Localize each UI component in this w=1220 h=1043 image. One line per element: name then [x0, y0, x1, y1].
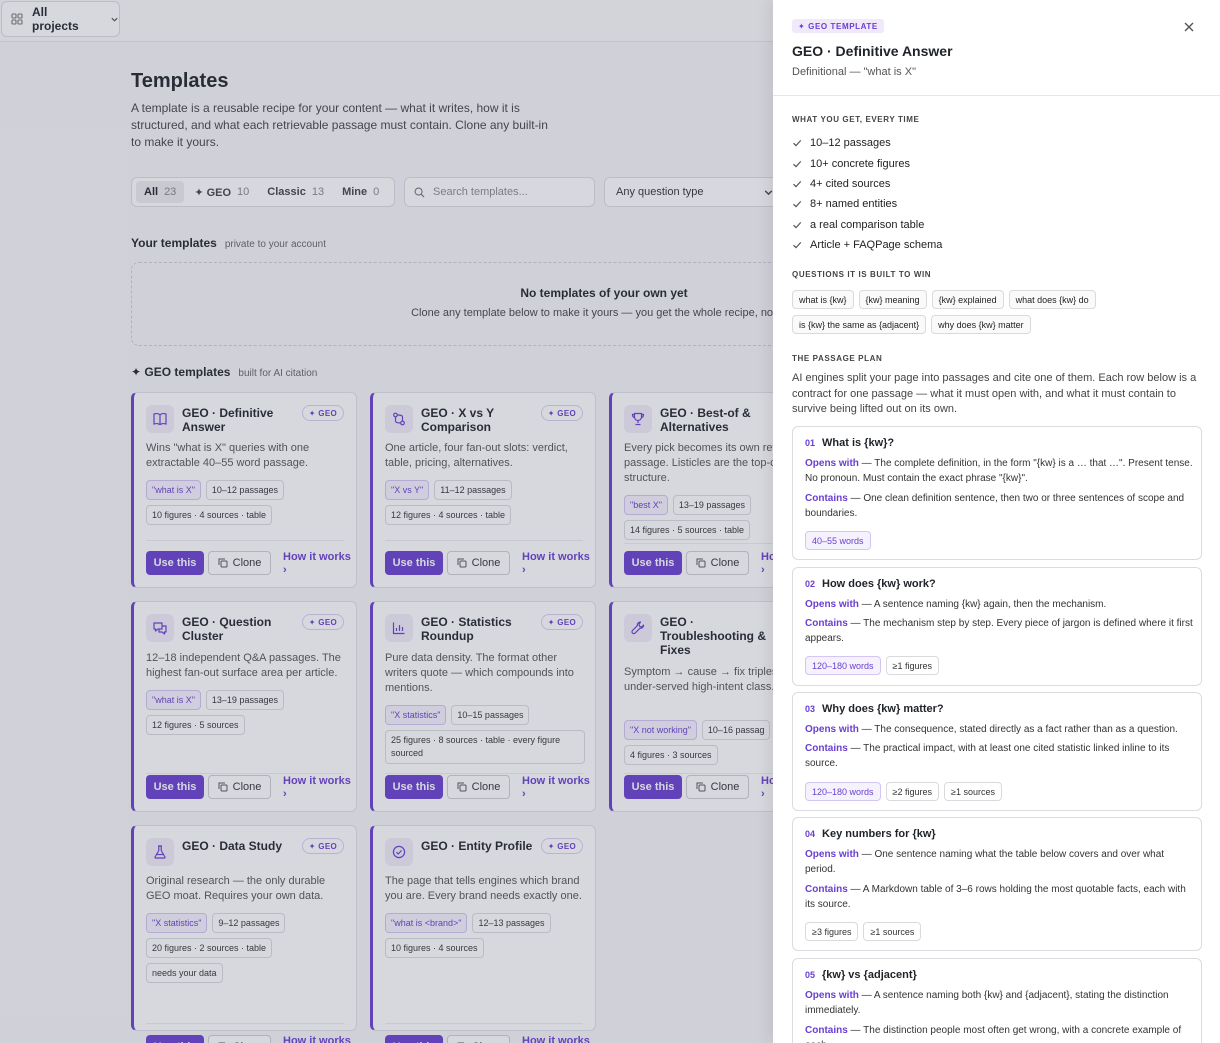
passage-contains: Contains — A Markdown table of 3–6 rows …	[805, 883, 1193, 912]
section-label-what-you-get: WHAT YOU GET, EVERY TIME	[792, 115, 920, 124]
divider	[773, 95, 1220, 96]
section-label-questions: QUESTIONS IT IS BUILT TO WIN	[792, 270, 932, 279]
passage-contains: Contains — The distinction people most o…	[805, 1024, 1193, 1043]
benefits-list: 10–12 passages 10+ concrete figures 4+ c…	[792, 133, 942, 255]
figures-chip: ≥2 figures	[885, 782, 940, 801]
benefit-item: 10+ concrete figures	[792, 153, 942, 173]
geo-template-badge: ✦ GEO TEMPLATE	[792, 19, 884, 33]
opens-text: — The consequence, stated directly as a …	[858, 724, 1178, 735]
question-chip: what does {kw} do	[1008, 290, 1096, 309]
contains-text: — The distinction people most often get …	[805, 1025, 1182, 1043]
passage-card: 05 {kw} vs {adjacent} Opens with — A sent…	[792, 958, 1202, 1043]
drawer-title: GEO · Definitive Answer	[792, 43, 953, 59]
benefit-item: 10–12 passages	[792, 133, 942, 153]
question-chip: {kw} meaning	[858, 290, 927, 309]
opens-text: — A sentence naming both {kw} and {adjac…	[805, 990, 1169, 1016]
opens-label: Opens with	[805, 599, 859, 610]
word-count-chip: 120–180 words	[805, 656, 881, 675]
benefit-text: 4+ cited sources	[810, 177, 891, 190]
passage-number: 02	[805, 579, 816, 589]
contains-label: Contains	[805, 618, 848, 629]
passage-opens-with: Opens with — A sentence naming both {kw}…	[805, 989, 1193, 1018]
passage-chips: ≥3 figures ≥1 sources	[805, 922, 922, 941]
opens-label: Opens with	[805, 724, 859, 735]
question-chip: {kw} explained	[931, 290, 1004, 309]
check-icon	[793, 160, 802, 168]
opens-text: — A sentence naming {kw} again, then the…	[858, 599, 1107, 610]
figures-chip: ≥3 figures	[805, 922, 859, 941]
contains-text: — One clean definition sentence, then tw…	[805, 493, 1185, 519]
passage-number: 04	[805, 829, 816, 839]
contains-label: Contains	[805, 493, 848, 504]
benefit-item: 8+ named entities	[792, 194, 942, 214]
passage-chips: 120–180 words ≥2 figures ≥1 sources	[805, 782, 1002, 801]
passage-question: Key numbers for {kw}	[822, 828, 936, 840]
benefit-item: 4+ cited sources	[792, 174, 942, 194]
check-icon	[793, 242, 802, 249]
passage-card: 02 How does {kw} work? Opens with — A sen…	[792, 567, 1202, 686]
contains-text: — The mechanism step by step. Every piec…	[805, 618, 1193, 644]
passage-card: 04 Key numbers for {kw} Opens with — One …	[792, 817, 1202, 951]
benefit-text: a real comparison table	[810, 218, 925, 231]
passage-opens-with: Opens with — A sentence naming {kw} agai…	[805, 598, 1193, 613]
passage-number: 03	[805, 704, 816, 714]
opens-label: Opens with	[805, 458, 859, 469]
contains-label: Contains	[805, 1025, 848, 1036]
drawer-subtitle: Definitional — "what is X"	[792, 66, 916, 78]
passage-number: 05	[805, 970, 816, 980]
question-chip: why does {kw} matter	[931, 315, 1031, 334]
contains-label: Contains	[805, 743, 848, 754]
passage-opens-with: Opens with — One sentence naming what th…	[805, 848, 1193, 877]
passage-contains: Contains — The practical impact, with at…	[805, 742, 1193, 771]
passage-question: Why does {kw} matter?	[822, 703, 944, 715]
benefit-text: Article + FAQPage schema	[810, 239, 943, 252]
contains-label: Contains	[805, 884, 848, 895]
passage-question: {kw} vs {adjacent}	[822, 969, 917, 981]
word-count-chip: 40–55 words	[805, 531, 871, 550]
question-chips: what is {kw} {kw} meaning {kw} explained…	[792, 290, 1202, 334]
benefit-text: 10–12 passages	[810, 137, 891, 150]
sources-chip: ≥1 sources	[863, 922, 922, 941]
passage-contains: Contains — One clean definition sentence…	[805, 492, 1193, 521]
sources-chip: ≥1 sources	[944, 782, 1002, 801]
passage-opens-with: Opens with — The complete definition, in…	[805, 457, 1193, 486]
benefit-item: a real comparison table	[792, 215, 942, 235]
passage-opens-with: Opens with — The consequence, stated dir…	[805, 723, 1193, 738]
passage-card: 03 Why does {kw} matter? Opens with — The…	[792, 692, 1202, 811]
opens-label: Opens with	[805, 990, 859, 1001]
question-chip: is {kw} the same as {adjacent}	[792, 315, 927, 334]
passage-question: What is {kw}?	[822, 437, 895, 449]
opens-text: — One sentence naming what the table bel…	[805, 849, 1165, 875]
passage-chips: 120–180 words ≥1 figures	[805, 656, 940, 675]
passage-plan-description: AI engines split your page into passages…	[792, 372, 1197, 415]
section-label-passage-plan: THE PASSAGE PLAN	[792, 354, 883, 363]
opens-text: — The complete definition, in the form "…	[805, 458, 1193, 484]
passage-chips: 40–55 words	[805, 531, 871, 550]
opens-label: Opens with	[805, 849, 859, 860]
passage-question: How does {kw} work?	[822, 578, 936, 590]
check-icon	[793, 140, 802, 147]
passage-number: 01	[805, 438, 816, 448]
benefit-item: Article + FAQPage schema	[792, 235, 942, 255]
figures-chip: ≥1 figures	[885, 656, 940, 675]
check-icon	[793, 180, 802, 188]
contains-text: — A Markdown table of 3–6 rows holding t…	[805, 884, 1186, 910]
modal-backdrop[interactable]	[0, 0, 773, 1043]
template-detail-drawer: ✦ GEO TEMPLATE GEO · Definitive Answer D…	[773, 0, 1220, 1043]
word-count-chip: 120–180 words	[805, 782, 881, 801]
passage-card: 01 What is {kw}? Opens with — The complet…	[792, 426, 1202, 560]
check-icon	[793, 201, 802, 208]
benefit-text: 10+ concrete figures	[810, 157, 910, 170]
close-icon[interactable]	[1182, 20, 1196, 34]
contains-text: — The practical impact, with at least on…	[805, 743, 1170, 769]
check-icon	[793, 221, 802, 229]
benefit-text: 8+ named entities	[810, 198, 898, 211]
passage-contains: Contains — The mechanism step by step. E…	[805, 617, 1193, 646]
question-chip: what is {kw}	[792, 290, 854, 309]
